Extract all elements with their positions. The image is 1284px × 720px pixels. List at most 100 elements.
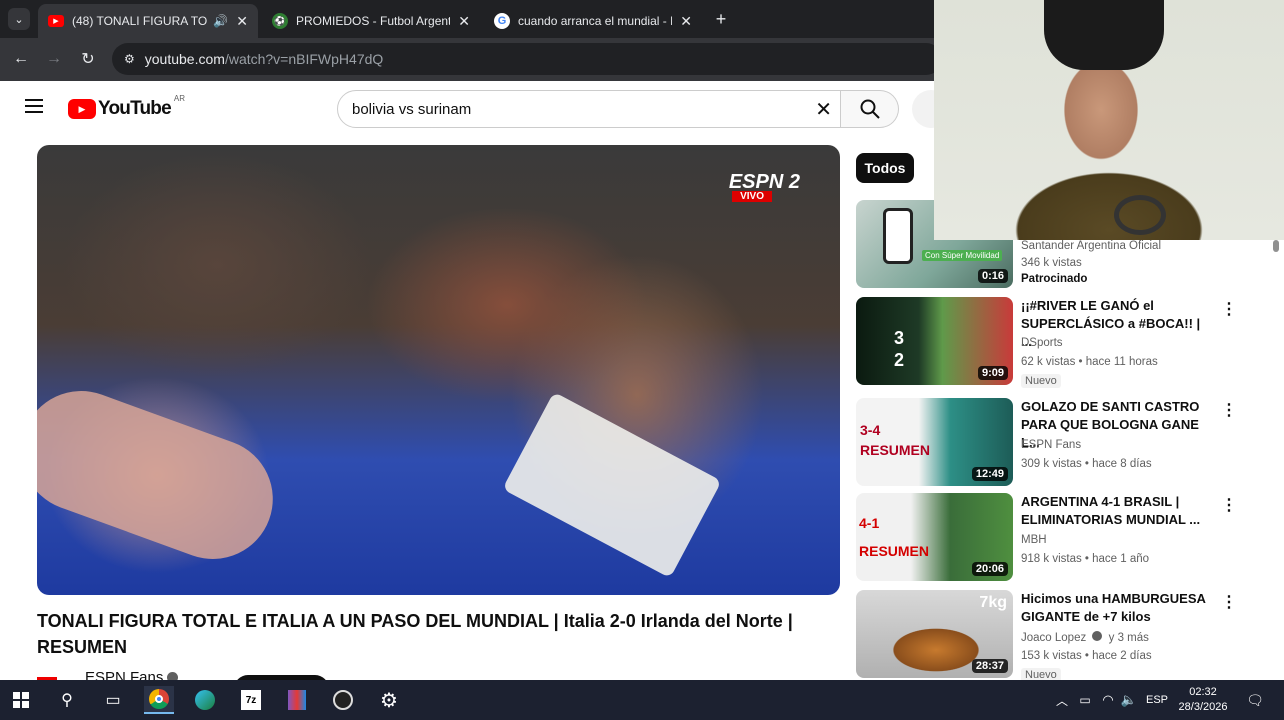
address-bar[interactable]: ⚙ youtube.com/watch?v=nBIFWpH47dQ	[112, 43, 942, 75]
hamburger-menu-icon[interactable]	[25, 99, 43, 113]
forward-arrow-icon[interactable]: →	[43, 48, 65, 70]
video-thumbnail[interactable]: 4-1 RESUMEN 20:06	[856, 493, 1013, 581]
video-channel[interactable]: MBH	[1021, 534, 1047, 546]
list-item[interactable]: 7kg 28:37 Hicimos una HAMBURGUESA GIGANT…	[856, 590, 1237, 682]
search-button[interactable]	[841, 90, 899, 128]
clear-search-icon[interactable]: ✕	[815, 97, 832, 122]
search-query: bolivia vs surinam	[352, 100, 472, 118]
video-stats: 918 k vistas • hace 1 año	[1021, 553, 1150, 565]
browser-tab-bar: ⌄ ▶ (48) TONALI FIGURA TOTAL 🔊 ✕ ⚽ PROMI…	[0, 0, 934, 38]
url-path: /watch?v=nBIFWpH47dQ	[224, 51, 384, 67]
list-item[interactable]: 4-1 RESUMEN 20:06 ARGENTINA 4-1 BRASIL |…	[856, 493, 1237, 583]
reload-icon[interactable]: ↻	[77, 48, 99, 70]
video-stats: 62 k vistas • hace 11 horas	[1021, 356, 1158, 368]
volume-icon[interactable]: 🔈	[1114, 686, 1144, 714]
video-channel[interactable]: Santander Argentina Oficial	[1021, 240, 1161, 252]
list-item[interactable]: 3 2 9:09 ¡¡#RIVER LE GANÓ el SUPERCLÁSIC…	[856, 297, 1237, 388]
webcam-overlay	[934, 0, 1284, 240]
video-thumbnail[interactable]: 7kg 28:37	[856, 590, 1013, 678]
verified-icon	[1092, 631, 1103, 641]
chip-all[interactable]: Todos	[856, 153, 914, 183]
youtube-favicon-icon: ▶	[48, 15, 64, 27]
video-stats: 153 k vistas • hace 2 días	[1021, 650, 1152, 662]
video-frame-shirt	[502, 391, 722, 579]
search-icon[interactable]: ⚲	[52, 686, 82, 714]
cap-graphic	[1044, 0, 1164, 70]
browser-toolbar: ← → ↻ ⚙ youtube.com/watch?v=nBIFWpH47dQ	[0, 38, 942, 81]
more-options-icon[interactable]: ⋮	[1221, 402, 1237, 420]
tab-title: PROMIEDOS - Futbol Argentino	[296, 14, 451, 28]
video-title[interactable]: Hicimos una HAMBURGUESA GIGANTE de +7 ki…	[1021, 590, 1211, 626]
url-domain: youtube.com	[144, 51, 225, 67]
new-badge: Nuevo	[1021, 374, 1061, 388]
new-tab-icon[interactable]: +	[710, 8, 732, 30]
close-tab-icon[interactable]: ✕	[458, 13, 470, 30]
youtube-header: ▶ YouTube AR bolivia vs surinam ✕	[0, 81, 950, 137]
video-stats: 309 k vistas • hace 8 días	[1021, 458, 1152, 470]
thumbnail-caption: 3-4 RESUMEN	[860, 422, 931, 458]
tab-promiedos[interactable]: ⚽ PROMIEDOS - Futbol Argentino ✕	[262, 4, 480, 38]
tab-youtube[interactable]: ▶ (48) TONALI FIGURA TOTAL 🔊 ✕	[38, 4, 258, 38]
close-tab-icon[interactable]: ✕	[236, 13, 248, 30]
task-view-icon[interactable]: ▭	[98, 686, 128, 714]
video-duration: 9:09	[977, 366, 1008, 380]
video-thumbnail[interactable]: 3 2 9:09	[856, 297, 1013, 385]
list-item[interactable]: 3-4 RESUMEN 12:49 GOLAZO DE SANTI CASTRO…	[856, 398, 1237, 488]
youtube-logo[interactable]: ▶ YouTube AR	[68, 94, 185, 120]
video-thumbnail[interactable]: 3-4 RESUMEN 12:49	[856, 398, 1013, 486]
tab-title: (48) TONALI FIGURA TOTAL	[72, 14, 208, 28]
collaborators-label: y 3 más	[1108, 632, 1149, 644]
promiedos-favicon-icon: ⚽	[272, 13, 288, 29]
tab-google-search[interactable]: G cuando arranca el mundial - Bu ✕	[484, 4, 702, 38]
tab-title: cuando arranca el mundial - Bu	[518, 14, 673, 28]
region-code: AR	[173, 94, 185, 103]
video-duration: 12:49	[971, 467, 1008, 481]
speaker-icon[interactable]: 🔊	[213, 14, 228, 28]
channel-name: Joaco Lopez	[1021, 632, 1087, 644]
phone-graphic	[883, 208, 913, 264]
obs-icon[interactable]	[328, 686, 358, 714]
video-title: TONALI FIGURA TOTAL E ITALIA A UN PASO D…	[37, 611, 793, 657]
search-input[interactable]: bolivia vs surinam ✕	[337, 90, 841, 128]
video-channel[interactable]: ESPN Fans	[1021, 439, 1081, 451]
clock-time: 02:32	[1189, 686, 1217, 698]
chrome-icon[interactable]	[144, 686, 174, 714]
thumbnail-caption: 4-1 RESUMEN	[859, 515, 930, 559]
more-options-icon[interactable]: ⋮	[1221, 301, 1237, 319]
thumbnail-caption: Con Súper Movilidad	[922, 250, 1003, 261]
notifications-icon[interactable]: 🗨	[1240, 686, 1270, 714]
video-duration: 28:37	[971, 659, 1008, 673]
clock-date: 28/3/2026	[1178, 701, 1228, 713]
sponsored-label: Patrocinado	[1021, 273, 1088, 285]
close-tab-icon[interactable]: ✕	[680, 13, 692, 30]
search-icon	[860, 99, 880, 119]
youtube-play-icon: ▶	[68, 99, 96, 119]
page-scrollbar[interactable]	[1273, 240, 1281, 680]
video-title[interactable]: ARGENTINA 4-1 BRASIL | ELIMINATORIAS MUN…	[1021, 493, 1211, 529]
settings-gear-icon[interactable]: ⚙	[374, 686, 404, 714]
video-duration: 0:16	[977, 269, 1008, 283]
windows-start-icon[interactable]	[6, 686, 36, 714]
thumbnail-caption: 3 2	[894, 328, 907, 370]
more-options-icon[interactable]: ⋮	[1221, 497, 1237, 515]
live-overlay-badge: VIVO	[732, 191, 772, 202]
headphones-graphic	[1114, 195, 1166, 235]
language-indicator[interactable]: ESP	[1142, 686, 1172, 714]
video-frame-arm	[37, 374, 290, 576]
winrar-icon[interactable]	[282, 686, 312, 714]
thumbnail-caption: 7kg	[979, 594, 1007, 611]
tab-search-button[interactable]: ⌄	[8, 8, 30, 30]
video-channel[interactable]: Joaco Lopez y 3 más	[1021, 631, 1149, 644]
7zip-icon[interactable]: 7z	[236, 686, 266, 714]
clock[interactable]: 02:32 28/3/2026	[1175, 685, 1231, 715]
video-player[interactable]: ESPN 2 VIVO	[37, 145, 840, 595]
video-stats: 346 k vistas	[1021, 257, 1082, 269]
edge-icon[interactable]	[190, 686, 220, 714]
site-settings-icon[interactable]: ⚙	[124, 52, 135, 66]
back-arrow-icon[interactable]: ←	[10, 48, 32, 70]
windows-taskbar: ⚲ ▭ 7z ⚙ ︿ ▭ ◠ 🔈 ESP 02:32 28/3/2026 🗨	[0, 680, 1284, 720]
video-channel[interactable]: DSports	[1021, 337, 1063, 349]
youtube-wordmark: YouTube	[98, 98, 172, 119]
more-options-icon[interactable]: ⋮	[1221, 594, 1237, 612]
video-duration: 20:06	[971, 562, 1008, 576]
